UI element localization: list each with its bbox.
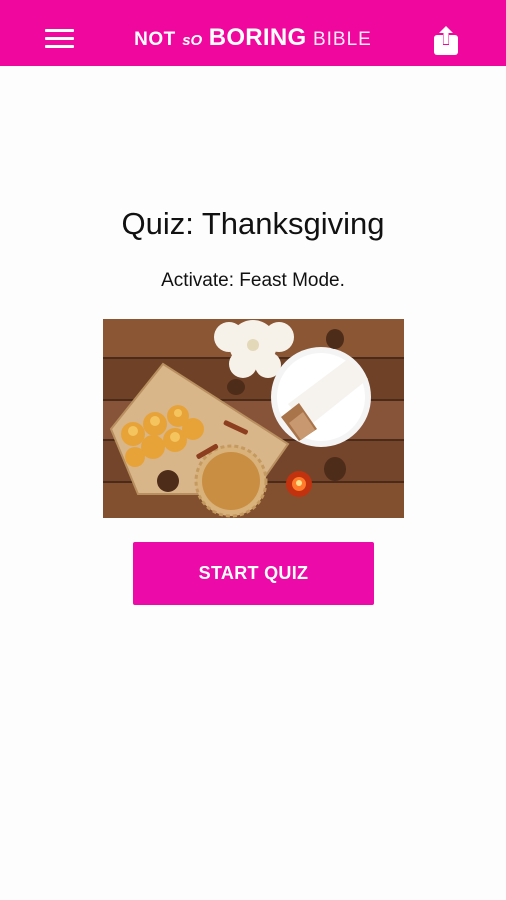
start-quiz-button[interactable]: START QUIZ [133, 542, 374, 605]
app-header: NOT sO BORING BIBLE [0, 0, 506, 66]
quiz-title: Quiz: Thanksgiving [121, 206, 385, 241]
quiz-subtitle: Activate: Feast Mode. [161, 270, 345, 291]
share-button[interactable] [433, 26, 459, 56]
share-icon [434, 26, 458, 55]
quiz-cover-image [103, 319, 404, 518]
app-logo: NOT sO BORING BIBLE [134, 24, 372, 51]
